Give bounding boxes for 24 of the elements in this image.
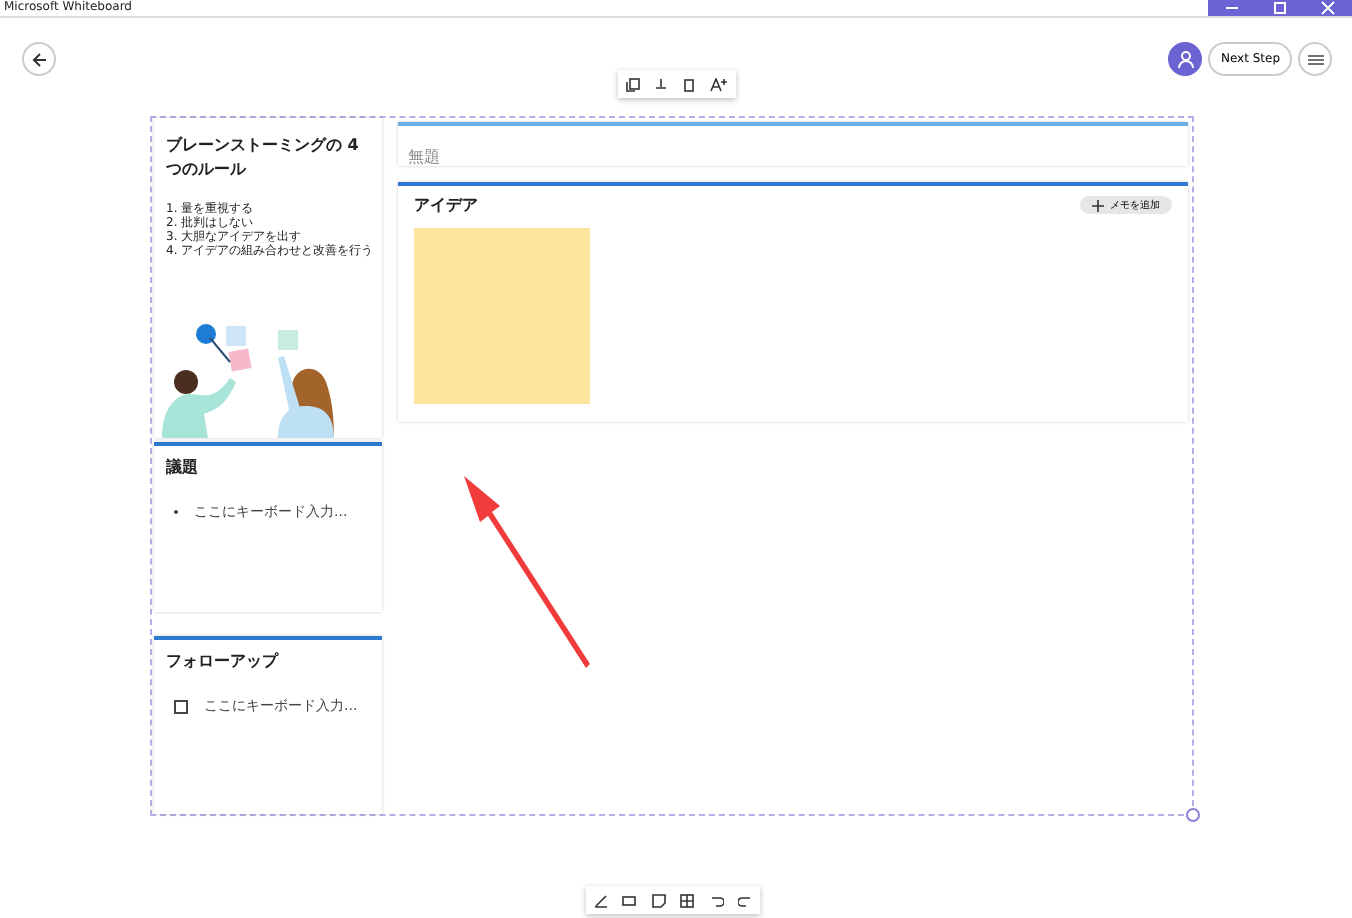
copy-icon[interactable] xyxy=(625,77,640,91)
card-title: フォローアップ xyxy=(166,650,281,673)
close-icon[interactable] xyxy=(1320,0,1336,16)
redo-icon[interactable] xyxy=(738,893,753,907)
menu-button[interactable] xyxy=(1298,42,1332,76)
card-title: 議題 xyxy=(166,455,200,477)
maximize-icon[interactable] xyxy=(1272,0,1288,16)
card-title: アイデア xyxy=(414,194,478,216)
menu-icon xyxy=(1307,53,1323,65)
back-arrow-icon xyxy=(31,51,47,67)
checkbox[interactable] xyxy=(174,699,188,714)
person-icon xyxy=(1177,50,1194,68)
image-icon[interactable] xyxy=(622,893,637,907)
back-button[interactable] xyxy=(22,42,56,76)
pen-icon[interactable] xyxy=(593,893,608,907)
font-size-icon[interactable] xyxy=(710,77,729,91)
plus-icon xyxy=(1092,199,1104,211)
undo-icon[interactable] xyxy=(709,893,724,907)
card-title: ブレーンストーミングの 4 つのルール xyxy=(166,134,361,182)
user-avatar[interactable] xyxy=(1168,42,1203,76)
grid-icon[interactable] xyxy=(680,893,695,907)
resize-handle[interactable] xyxy=(1186,808,1200,822)
note-icon[interactable] xyxy=(651,893,666,907)
title-field[interactable]: 無題 xyxy=(408,148,440,166)
